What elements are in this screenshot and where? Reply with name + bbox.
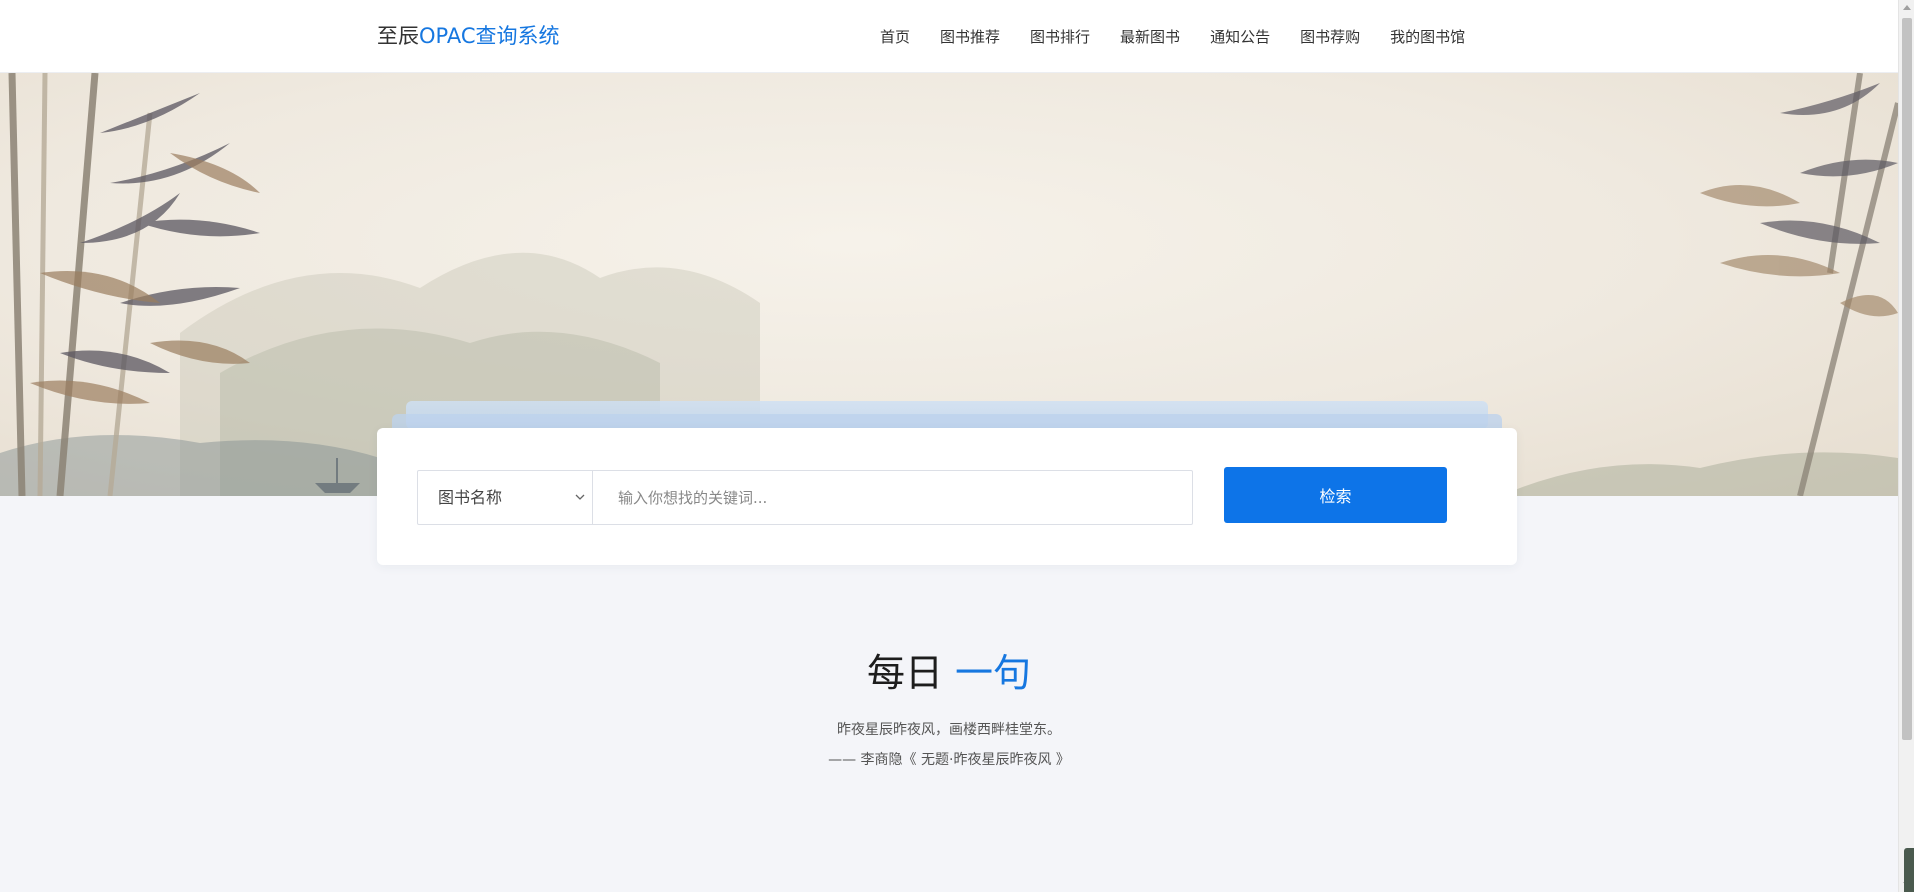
- nav-item-my-library[interactable]: 我的图书馆: [1390, 24, 1465, 50]
- daily-quote-source: —— 李商隐《 无题·昨夜星辰昨夜风 》: [828, 752, 1070, 768]
- search-button[interactable]: 检索: [1224, 467, 1447, 523]
- brand-system-name: OPAC查询系统: [419, 24, 560, 48]
- search-field-select[interactable]: 图书名称: [417, 470, 595, 525]
- search-field-selected: 图书名称: [438, 488, 503, 507]
- nav-item-new-books[interactable]: 最新图书: [1120, 24, 1180, 50]
- nav-item-notices[interactable]: 通知公告: [1210, 24, 1270, 50]
- site-logo[interactable]: 至辰OPAC查询系统: [377, 22, 560, 50]
- daily-quote-text: 昨夜星辰昨夜风，画楼西畔桂堂东。: [837, 722, 1061, 738]
- daily-quote-title: 每日 一句: [0, 648, 1898, 698]
- nav-item-home[interactable]: 首页: [880, 24, 910, 50]
- top-header: 至辰OPAC查询系统 首页 图书推荐 图书排行 最新图书 通知公告 图书荐购 我…: [0, 0, 1898, 73]
- search-card: 图书名称 检索: [377, 428, 1517, 565]
- search-input[interactable]: [592, 470, 1193, 525]
- page-scrollbar[interactable]: [1898, 0, 1914, 892]
- main-nav: 首页 图书推荐 图书排行 最新图书 通知公告 图书荐购 我的图书馆: [880, 24, 1465, 50]
- chevron-down-icon: [575, 494, 585, 500]
- brand-name: 至辰: [377, 24, 419, 48]
- nav-item-purchase-request[interactable]: 图书荐购: [1300, 24, 1360, 50]
- nav-item-ranking[interactable]: 图书排行: [1030, 24, 1090, 50]
- scroll-up-arrow-icon[interactable]: [1903, 5, 1911, 10]
- daily-quote-title-accent: 一句: [955, 651, 1032, 695]
- nav-item-recommend[interactable]: 图书推荐: [940, 24, 1000, 50]
- scroll-thumb[interactable]: [1902, 18, 1912, 740]
- floating-widget-tab[interactable]: [1904, 848, 1914, 892]
- daily-quote-title-plain: 每日: [866, 651, 943, 695]
